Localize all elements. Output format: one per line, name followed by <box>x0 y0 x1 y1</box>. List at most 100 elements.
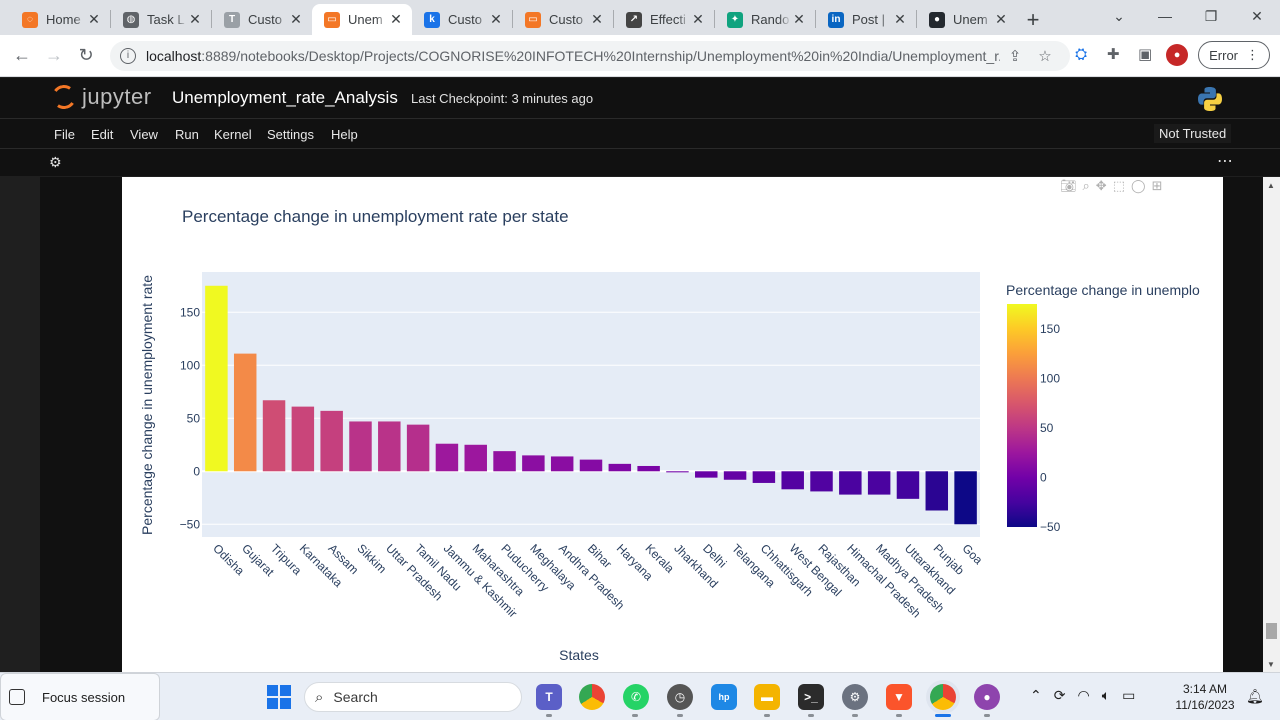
menu-file[interactable]: File <box>54 127 75 142</box>
browser-tab-1[interactable]: ◍ Task L ✕ <box>111 4 211 35</box>
plot-background <box>202 272 980 537</box>
search-icon: ⌕ <box>315 688 324 706</box>
tab-title: Unem <box>348 12 383 27</box>
system-clock[interactable]: 3:14 AM 11/16/2023 <box>1172 681 1238 713</box>
tab-close-icon[interactable]: ✕ <box>187 11 203 28</box>
gear-icon[interactable]: ⚙ <box>49 154 62 171</box>
chrome-active-icon[interactable] <box>930 684 956 710</box>
notebook-title[interactable]: Unemployment_rate_Analysis <box>172 88 398 108</box>
file-explorer-icon[interactable]: ▬ <box>754 684 780 710</box>
myhp-icon[interactable]: hp <box>711 684 737 710</box>
tab-close-icon[interactable]: ✕ <box>892 11 908 28</box>
brave-icon[interactable]: ▼ <box>886 684 912 710</box>
sync-icon[interactable]: ⟳ <box>1054 687 1066 704</box>
tab-close-icon[interactable]: ✕ <box>589 11 605 28</box>
puzzle-extensions-icon[interactable]: ✚ <box>1102 44 1124 66</box>
new-tab-button[interactable]: + <box>1017 4 1049 35</box>
taskbar-search[interactable]: ⌕ Search <box>304 682 522 712</box>
tab-close-icon[interactable]: ✕ <box>791 11 807 28</box>
tab-search-icon[interactable]: ⌄ <box>1096 8 1142 25</box>
settings-icon[interactable]: ⚙ <box>842 684 868 710</box>
address-bar[interactable]: i localhost:8889/notebooks/Desktop/Proje… <box>110 41 1070 71</box>
scroll-thumb[interactable] <box>1266 623 1277 639</box>
jupyter-menu-bar: File Edit View Run Kernel Settings Help … <box>0 118 1280 148</box>
vertical-scrollbar[interactable]: ▲ ▼ <box>1263 177 1280 672</box>
browser-tab-8[interactable]: in Post | ✕ <box>816 4 916 35</box>
back-arrow-icon[interactable]: ← <box>6 45 38 66</box>
browser-tab-2[interactable]: T Custo ✕ <box>212 4 312 35</box>
wifi-icon[interactable]: ◠ <box>1077 687 1089 704</box>
forward-arrow-icon[interactable]: → <box>38 45 70 66</box>
url-text[interactable]: localhost:8889/notebooks/Desktop/Project… <box>146 48 1000 64</box>
bar-goa <box>954 471 977 525</box>
bar-chart[interactable]: Percentage change in unemployment rate p… <box>122 177 1223 672</box>
teams-running-indicator <box>546 714 552 717</box>
close-window-button[interactable]: ✕ <box>1234 8 1280 25</box>
focus-session-widget[interactable]: Focus session <box>0 673 160 720</box>
browser-tab-0[interactable]: ◌ Home ✕ <box>10 4 110 35</box>
start-button[interactable] <box>267 685 291 709</box>
restore-button[interactable]: ❐ <box>1188 8 1234 25</box>
chrome-icon[interactable] <box>579 684 605 710</box>
tab-favicon-icon: k <box>424 11 440 28</box>
profile-avatar[interactable]: ● <box>1166 44 1189 66</box>
bar-meghalaya <box>522 455 545 472</box>
trust-status-badge[interactable]: Not Trusted <box>1154 124 1232 143</box>
browser-tab-7[interactable]: ✦ Rando ✕ <box>715 4 815 35</box>
bar-chhattisgarh <box>752 471 776 483</box>
teams-icon[interactable]: T <box>536 684 562 710</box>
browser-tab-5[interactable]: ▭ Custo ✕ <box>513 4 613 35</box>
menu-run[interactable]: Run <box>175 127 199 142</box>
tab-close-icon[interactable]: ✕ <box>388 11 404 28</box>
bookmark-star-icon[interactable]: ☆ <box>1030 47 1060 65</box>
bar-bihar <box>579 459 603 472</box>
menu-settings[interactable]: Settings <box>267 127 314 142</box>
y-tick-label: −50 <box>180 517 201 531</box>
share-icon[interactable]: ⇪ <box>1000 47 1030 65</box>
battery-icon[interactable]: ▭ <box>1122 687 1135 704</box>
bar-uttar-pradesh <box>378 421 401 472</box>
menu-edit[interactable]: Edit <box>91 127 113 142</box>
browser-tab-4[interactable]: k Custo ✕ <box>412 4 512 35</box>
whatsapp-icon[interactable]: ✆ <box>623 684 649 710</box>
extension-badge-icon[interactable]: ⛭ <box>1070 44 1092 66</box>
tab-close-icon[interactable]: ✕ <box>288 11 304 28</box>
menu-help[interactable]: Help <box>331 127 358 142</box>
clock-app-icon[interactable]: ◷ <box>667 684 693 710</box>
output-cell: 📷︎ ⌕ ✥ ⬚ ◯ ⊞ Percentage change in unempl… <box>122 177 1223 672</box>
minimize-button[interactable]: — <box>1142 8 1188 24</box>
error-button[interactable]: Error ⋮ <box>1198 41 1270 69</box>
more-options-icon[interactable]: ⋯ <box>1217 151 1234 171</box>
chrome-running-indicator <box>935 714 951 717</box>
tab-close-icon[interactable]: ✕ <box>690 11 706 28</box>
notification-bell-icon[interactable]: 🔔︎ <box>1246 688 1264 705</box>
settings-running-indicator <box>852 714 858 717</box>
y-tick-label: 0 <box>193 464 200 478</box>
bar-karnataka <box>291 406 315 472</box>
menu-kernel[interactable]: Kernel <box>214 127 252 142</box>
jupyter-ring-icon <box>50 83 78 111</box>
side-panel-icon[interactable]: ▣ <box>1134 44 1156 66</box>
browser-tab-6[interactable]: ↗ Effecti ✕ <box>614 4 714 35</box>
kebab-menu-icon: ⋮ <box>1246 47 1259 62</box>
browser-tab-9[interactable]: ● Unem ✕ <box>917 4 1017 35</box>
x-tick-label: Odisha <box>210 541 247 578</box>
scroll-down-icon[interactable]: ▼ <box>1267 660 1275 669</box>
y-tick-label: 100 <box>180 358 200 372</box>
menu-view[interactable]: View <box>130 127 158 142</box>
reload-icon[interactable]: ↻ <box>70 45 102 66</box>
jupyter-logo[interactable]: jupyter <box>50 83 152 111</box>
chevron-up-icon[interactable]: ⌃ <box>1030 687 1042 704</box>
tab-close-icon[interactable]: ✕ <box>993 11 1009 28</box>
terminal-icon[interactable]: >_ <box>798 684 824 710</box>
github-desktop-icon[interactable]: ● <box>974 684 1000 710</box>
site-info-icon[interactable]: i <box>120 48 136 64</box>
tab-close-icon[interactable]: ✕ <box>488 11 504 28</box>
browser-tab-3[interactable]: ▭ Unem ✕ <box>312 4 412 35</box>
tab-close-icon[interactable]: ✕ <box>86 11 102 28</box>
tab-title: Post | <box>852 12 886 27</box>
bar-west-bengal <box>781 471 804 490</box>
bar-tamil-nadu <box>406 424 430 472</box>
scroll-up-icon[interactable]: ▲ <box>1267 181 1275 190</box>
volume-icon[interactable]: 🔈︎ <box>1102 687 1110 704</box>
